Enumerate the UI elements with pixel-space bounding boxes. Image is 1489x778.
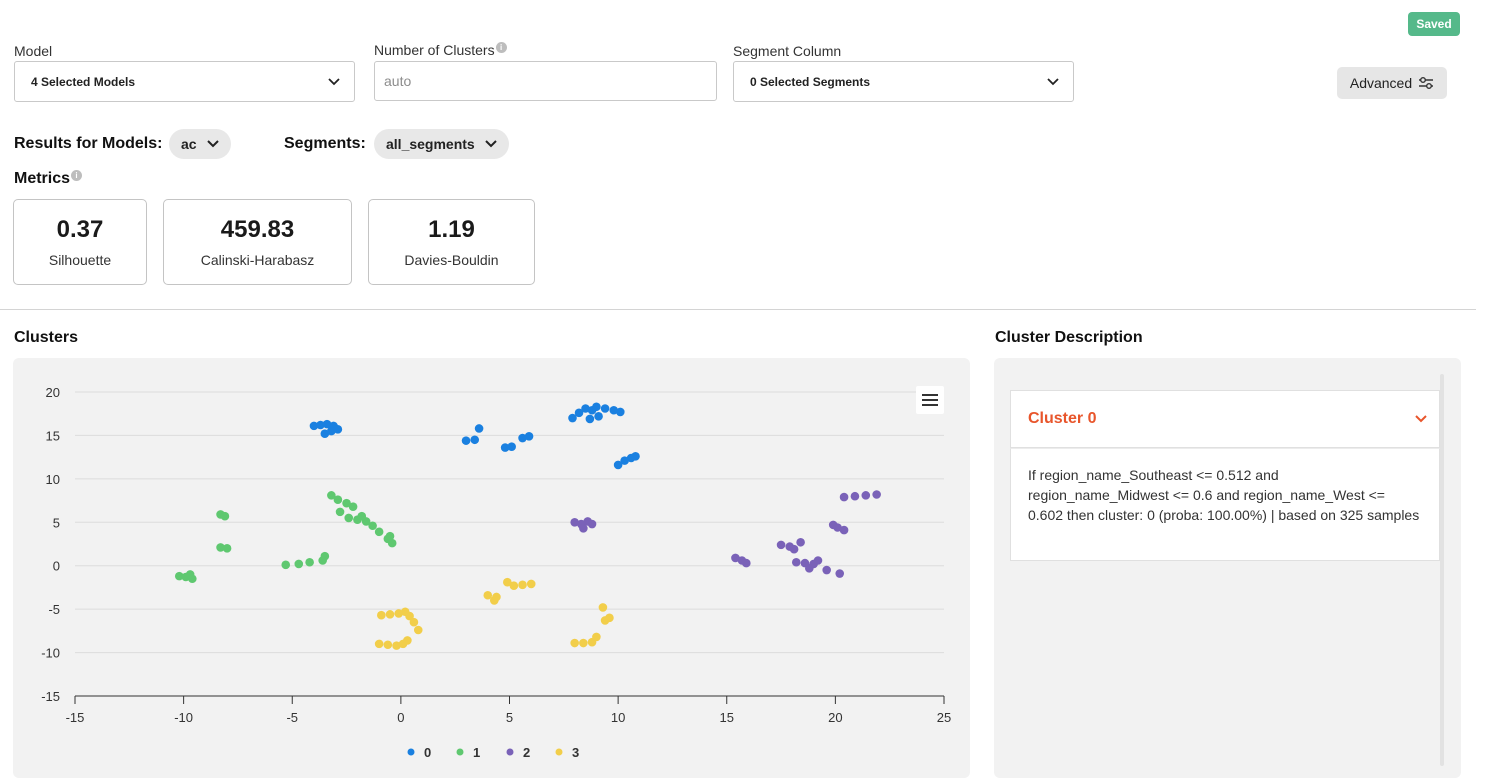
scatter-point: [579, 638, 588, 648]
scatter-point: [592, 632, 601, 642]
scatter-point: [585, 414, 595, 424]
scatter-point: [335, 507, 345, 517]
scatter-point: [839, 492, 849, 502]
scatter-point: [368, 521, 377, 531]
chart-menu-button[interactable]: [916, 386, 944, 414]
y-tick-label: -15: [41, 689, 60, 704]
scatter-point: [594, 412, 603, 421]
cluster-accordion-body: If region_name_Southeast <= 0.512 and re…: [1010, 448, 1440, 561]
scatter-point: [294, 559, 304, 569]
scatter-point: [220, 511, 230, 521]
scatter-point: [305, 557, 314, 567]
scatter-point: [518, 580, 527, 590]
scatter-point: [385, 610, 395, 619]
legend-label: 3: [572, 745, 579, 760]
scatter-point: [357, 511, 367, 521]
legend-label: 1: [473, 745, 480, 760]
scatter-point: [383, 640, 393, 650]
chevron-down-icon: [1415, 415, 1427, 423]
y-tick-label: 15: [46, 428, 60, 443]
scatter-point: [526, 579, 536, 589]
scatter-point: [344, 513, 354, 523]
x-tick-label: -15: [66, 710, 85, 725]
scatter-point: [776, 540, 786, 550]
cluster-description-title: Cluster Description: [995, 329, 1143, 346]
scatter-point: [413, 625, 423, 635]
y-tick-label: -5: [48, 602, 60, 617]
y-tick-label: 5: [53, 515, 60, 530]
y-tick-label: 0: [53, 559, 60, 574]
y-tick-label: -10: [41, 646, 60, 661]
y-tick-label: 20: [46, 385, 60, 400]
scatter-point: [805, 564, 814, 573]
scatter-point: [509, 581, 519, 590]
scatter-point: [374, 639, 384, 649]
scatter-point: [281, 560, 291, 570]
scatter-point: [839, 525, 849, 535]
scatter-point: [872, 490, 881, 499]
x-tick-label: 5: [506, 710, 513, 725]
scatter-point: [461, 436, 471, 445]
legend-label: 0: [424, 745, 431, 760]
scatter-point: [470, 435, 480, 445]
scatter-point: [385, 531, 395, 541]
x-tick-label: -5: [286, 710, 298, 725]
x-tick-label: 25: [937, 710, 951, 725]
legend-marker: [555, 748, 563, 756]
scatter-point: [377, 610, 386, 620]
scatter-point: [592, 402, 601, 412]
scatter-point: [861, 491, 871, 500]
scatter-point: [587, 519, 597, 529]
scatter-point: [822, 565, 831, 575]
scatter-point: [489, 596, 499, 605]
y-tick-label: 10: [46, 472, 60, 487]
scatter-point: [605, 613, 614, 623]
scatter-point: [524, 431, 534, 441]
scrollbar[interactable]: [1440, 374, 1444, 766]
x-tick-label: -10: [174, 710, 193, 725]
scatter-point: [570, 638, 579, 648]
scatter-point: [579, 524, 588, 533]
scatter-point: [507, 442, 516, 452]
legend-label: 2: [523, 745, 530, 760]
scatter-point: [333, 495, 343, 505]
scatter-point: [320, 551, 330, 561]
scatter-point: [403, 636, 412, 645]
legend-marker: [407, 748, 415, 756]
scatter-point: [348, 502, 358, 511]
scatter-point: [796, 537, 805, 547]
scatter-point: [374, 527, 384, 537]
legend-marker: [506, 748, 514, 756]
scatter-point: [835, 569, 845, 578]
scatter-point: [185, 570, 195, 579]
hamburger-menu-icon: [922, 394, 938, 406]
x-tick-label: 15: [720, 710, 734, 725]
scatter-point: [742, 558, 751, 568]
scatter-point: [850, 491, 860, 501]
scatter-point: [598, 603, 608, 612]
scatter-point: [615, 407, 625, 417]
scatter-point: [600, 404, 610, 413]
cluster-accordion-title: Cluster 0: [1028, 410, 1097, 427]
scatter-point: [333, 425, 343, 434]
x-tick-label: 0: [397, 710, 404, 725]
scatter-point: [791, 557, 801, 567]
scatter-point: [222, 544, 232, 553]
cluster-accordion-header[interactable]: Cluster 0: [1010, 390, 1440, 448]
x-tick-label: 10: [611, 710, 625, 725]
scatter-point: [789, 544, 799, 554]
scatter-point: [813, 556, 823, 565]
scatter-point: [631, 451, 640, 461]
x-tick-label: 20: [828, 710, 842, 725]
scatter-point: [409, 617, 419, 627]
scatter-point: [474, 424, 484, 433]
legend-marker: [456, 748, 464, 756]
